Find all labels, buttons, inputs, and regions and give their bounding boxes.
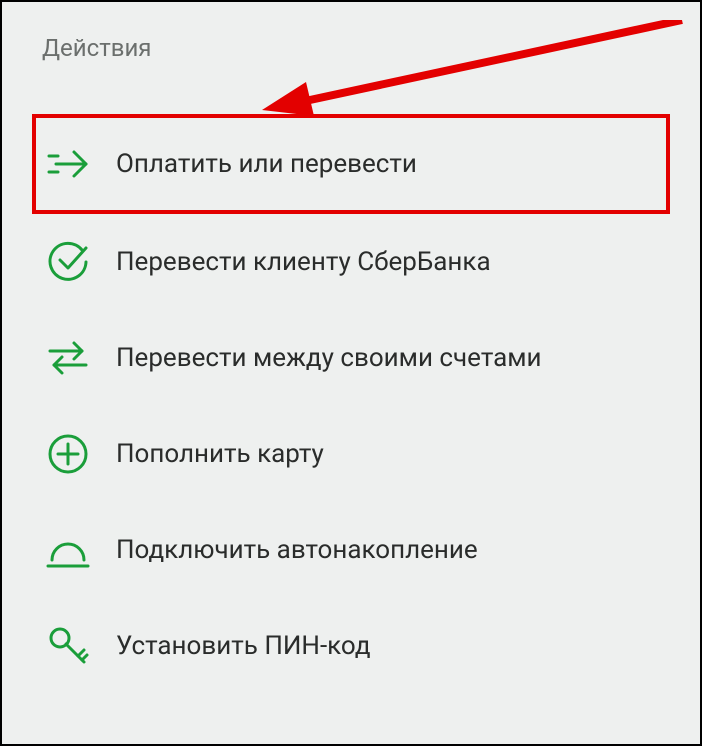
section-title: Действия xyxy=(42,34,151,62)
menu-item-transfer-own[interactable]: Перевести между своими счетами xyxy=(32,310,670,406)
menu-item-transfer-client[interactable]: Перевести клиенту СберБанка xyxy=(32,214,670,310)
menu-item-pay-transfer[interactable]: Оплатить или перевести xyxy=(32,114,670,214)
menu-item-label: Перевести клиенту СберБанка xyxy=(116,247,491,277)
swap-icon xyxy=(44,334,92,382)
menu-item-set-pin[interactable]: Установить ПИН-код xyxy=(32,598,670,694)
key-icon xyxy=(44,622,92,670)
menu-item-label: Оплатить или перевести xyxy=(116,149,417,179)
auto-save-icon xyxy=(44,526,92,574)
arrow-right-icon xyxy=(44,140,92,188)
menu-item-topup-card[interactable]: Пополнить карту xyxy=(32,406,670,502)
annotation-arrow xyxy=(262,20,692,120)
actions-menu: Оплатить или перевести Перевести клиенту… xyxy=(32,114,670,694)
menu-item-label: Подключить автонакопление xyxy=(116,535,478,565)
menu-item-label: Перевести между своими счетами xyxy=(116,343,542,373)
menu-item-auto-save[interactable]: Подключить автонакопление xyxy=(32,502,670,598)
check-circle-icon xyxy=(44,238,92,286)
plus-circle-icon xyxy=(44,430,92,478)
menu-item-label: Пополнить карту xyxy=(116,439,324,469)
menu-item-label: Установить ПИН-код xyxy=(116,631,371,661)
actions-panel: Действия Оплатить или перевести xyxy=(0,0,702,746)
